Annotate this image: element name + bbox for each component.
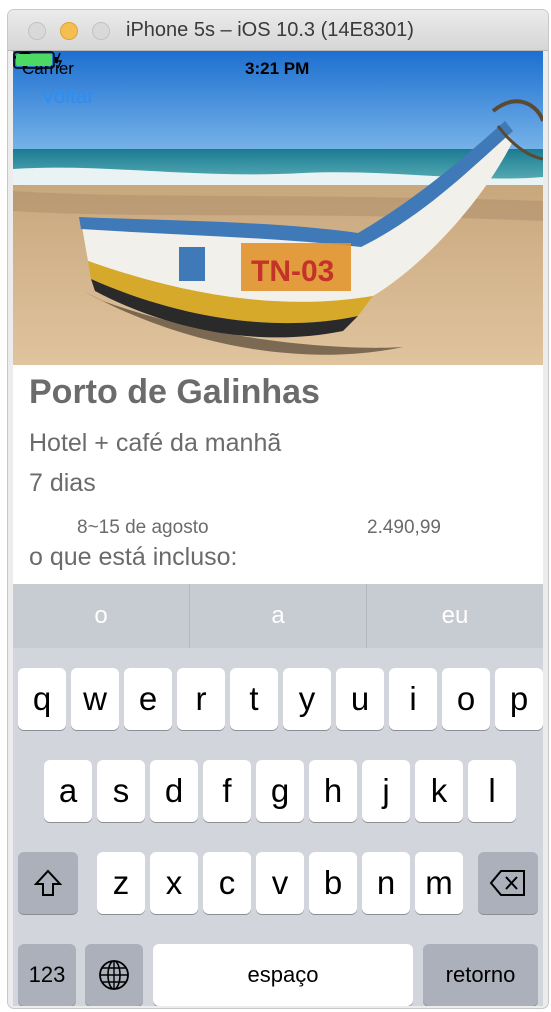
key-w[interactable]: w <box>71 668 119 730</box>
suggestion-item[interactable]: a <box>190 584 366 648</box>
key-a[interactable]: a <box>44 760 92 822</box>
key-j[interactable]: j <box>362 760 410 822</box>
close-window-button[interactable] <box>28 22 46 40</box>
numbers-key[interactable]: 123 <box>18 944 76 1006</box>
key-s[interactable]: s <box>97 760 145 822</box>
key-q[interactable]: q <box>18 668 66 730</box>
suggestion-item[interactable]: o <box>13 584 189 648</box>
key-z[interactable]: z <box>97 852 145 914</box>
key-v[interactable]: v <box>256 852 304 914</box>
status-time: 3:21 PM <box>245 59 310 78</box>
offer-dates: 8~15 de agosto <box>77 517 209 538</box>
key-x[interactable]: x <box>150 852 198 914</box>
key-n[interactable]: n <box>362 852 410 914</box>
boat-number-text: TN-03 <box>251 255 334 288</box>
simulator-window: iPhone 5s – iOS 10.3 (14E8301) TN-03 Car… <box>8 10 548 1008</box>
globe-key[interactable] <box>85 944 143 1006</box>
key-i[interactable]: i <box>389 668 437 730</box>
shift-key[interactable] <box>18 852 78 914</box>
key-r[interactable]: r <box>177 668 225 730</box>
key-k[interactable]: k <box>415 760 463 822</box>
suggestion-item[interactable]: eu <box>367 584 543 648</box>
key-d[interactable]: d <box>150 760 198 822</box>
minimize-window-button[interactable] <box>60 22 78 40</box>
key-t[interactable]: t <box>230 668 278 730</box>
hero-image: TN-03 Carrier 3:21 PM voltar <box>13 51 543 365</box>
return-key[interactable]: retorno <box>423 944 538 1006</box>
space-key[interactable]: espaço <box>153 944 413 1006</box>
key-y[interactable]: y <box>283 668 331 730</box>
key-f[interactable]: f <box>203 760 251 822</box>
globe-icon <box>99 960 129 990</box>
key-h[interactable]: h <box>309 760 357 822</box>
key-c[interactable]: c <box>203 852 251 914</box>
back-button[interactable]: voltar <box>43 85 94 109</box>
offer-subtitle: Hotel + café da manhã <box>29 429 282 457</box>
key-g[interactable]: g <box>256 760 304 822</box>
battery-icon <box>13 51 63 69</box>
suggestion-bar: o a eu <box>13 584 543 648</box>
included-label: o que está incluso: <box>29 543 238 571</box>
phone-screen: TN-03 Carrier 3:21 PM voltar Porto de Ga… <box>13 51 543 1006</box>
backspace-icon <box>489 870 525 896</box>
key-e[interactable]: e <box>124 668 172 730</box>
key-m[interactable]: m <box>415 852 463 914</box>
zoom-window-button[interactable] <box>92 22 110 40</box>
key-u[interactable]: u <box>336 668 384 730</box>
key-b[interactable]: b <box>309 852 357 914</box>
ios-keyboard: o a eu q w e r t y u i o p a s d f g h j <box>13 584 543 1006</box>
offer-price: 2.490,99 <box>367 517 441 538</box>
backspace-key[interactable] <box>478 852 538 914</box>
key-p[interactable]: p <box>495 668 543 730</box>
shift-icon <box>33 869 63 896</box>
offer-title: Porto de Galinhas <box>29 373 320 411</box>
offer-duration: 7 dias <box>29 469 96 497</box>
key-l[interactable]: l <box>468 760 516 822</box>
window-title: iPhone 5s – iOS 10.3 (14E8301) <box>126 19 414 41</box>
window-titlebar: iPhone 5s – iOS 10.3 (14E8301) <box>8 10 548 51</box>
key-o[interactable]: o <box>442 668 490 730</box>
status-bar: Carrier 3:21 PM <box>13 51 543 85</box>
